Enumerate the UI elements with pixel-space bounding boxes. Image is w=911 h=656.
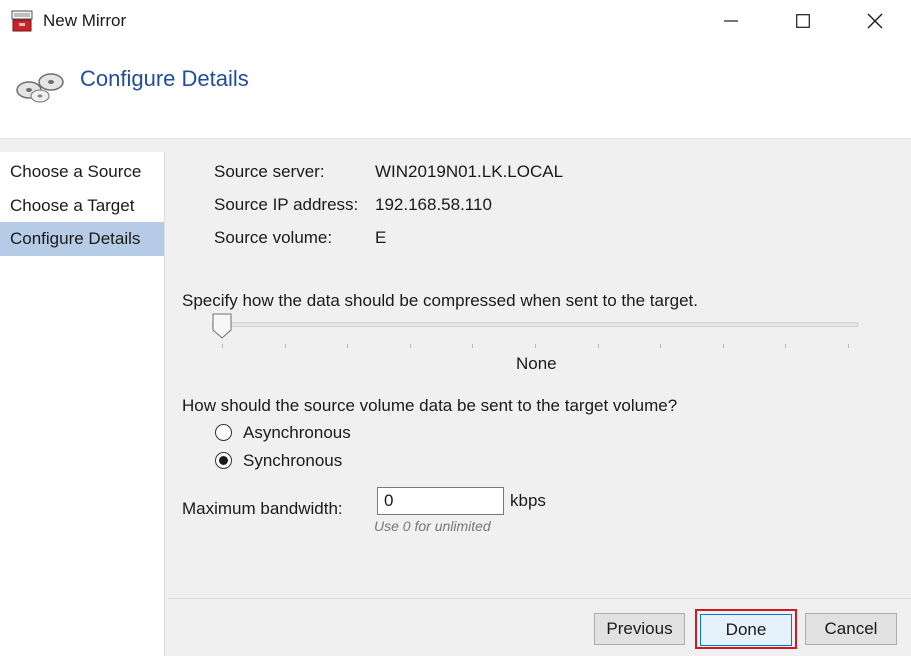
sidebar-item-choose-source[interactable]: Choose a Source	[0, 155, 164, 189]
minimize-icon	[724, 20, 738, 22]
wizard-footer: Previous Done Cancel	[168, 598, 911, 656]
configure-details-panel: Source server: WIN2019N01.LK.LOCAL Sourc…	[168, 152, 911, 598]
slider-tick	[848, 344, 849, 348]
slider-tick	[347, 344, 349, 348]
wizard-header: Configure Details	[0, 42, 911, 139]
synchronous-radio[interactable]	[215, 452, 232, 469]
wizard-steps-sidebar: Choose a Source Choose a Target Configur…	[0, 152, 165, 656]
title-bar: New Mirror	[0, 0, 911, 42]
bandwidth-input[interactable]	[377, 487, 504, 515]
compression-slider-thumb[interactable]	[212, 313, 232, 339]
slider-tick	[785, 344, 787, 348]
compression-label: Specify how the data should be compresse…	[182, 291, 698, 310]
maximize-icon	[796, 14, 810, 28]
slider-tick	[722, 344, 724, 348]
slider-tick	[660, 344, 662, 348]
synchronous-label[interactable]: Synchronous	[243, 451, 342, 471]
maximize-button[interactable]	[780, 0, 826, 42]
bandwidth-label: Maximum bandwidth:	[182, 499, 343, 518]
slider-tick	[597, 344, 599, 348]
asynchronous-radio[interactable]	[215, 424, 232, 441]
sidebar-item-choose-target[interactable]: Choose a Target	[0, 189, 164, 223]
compression-slider[interactable]	[212, 312, 858, 348]
close-button[interactable]	[852, 0, 898, 42]
source-volume-value: E	[375, 228, 387, 247]
slider-tick	[222, 344, 223, 348]
compression-value: None	[516, 354, 557, 373]
page-title: Configure Details	[80, 66, 249, 91]
source-server-label: Source server:	[214, 162, 325, 181]
app-icon	[10, 9, 34, 33]
transfer-mode-label: How should the source volume data be sen…	[182, 396, 678, 415]
slider-tick	[284, 344, 286, 348]
slider-tick	[535, 344, 536, 348]
sidebar-item-configure-details[interactable]: Configure Details	[0, 222, 164, 256]
bandwidth-unit: kbps	[510, 491, 546, 510]
cancel-button[interactable]: Cancel	[805, 613, 897, 645]
window-title: New Mirror	[43, 11, 127, 30]
slider-tick	[472, 344, 474, 348]
source-ip-value: 192.168.58.110	[375, 195, 492, 214]
compression-slider-track[interactable]	[212, 322, 858, 327]
source-server-value: WIN2019N01.LK.LOCAL	[375, 162, 564, 181]
slider-tick	[409, 344, 411, 348]
previous-button[interactable]: Previous	[594, 613, 685, 645]
done-button[interactable]: Done	[700, 614, 792, 646]
bandwidth-hint: Use 0 for unlimited	[374, 518, 491, 534]
done-button-highlight: Done	[695, 609, 797, 649]
asynchronous-label[interactable]: Asynchronous	[243, 423, 351, 443]
close-icon	[867, 13, 883, 29]
source-volume-label: Source volume:	[214, 228, 333, 247]
source-ip-label: Source IP address:	[214, 195, 359, 214]
minimize-button[interactable]	[708, 0, 754, 42]
mirror-disks-icon	[14, 64, 66, 108]
